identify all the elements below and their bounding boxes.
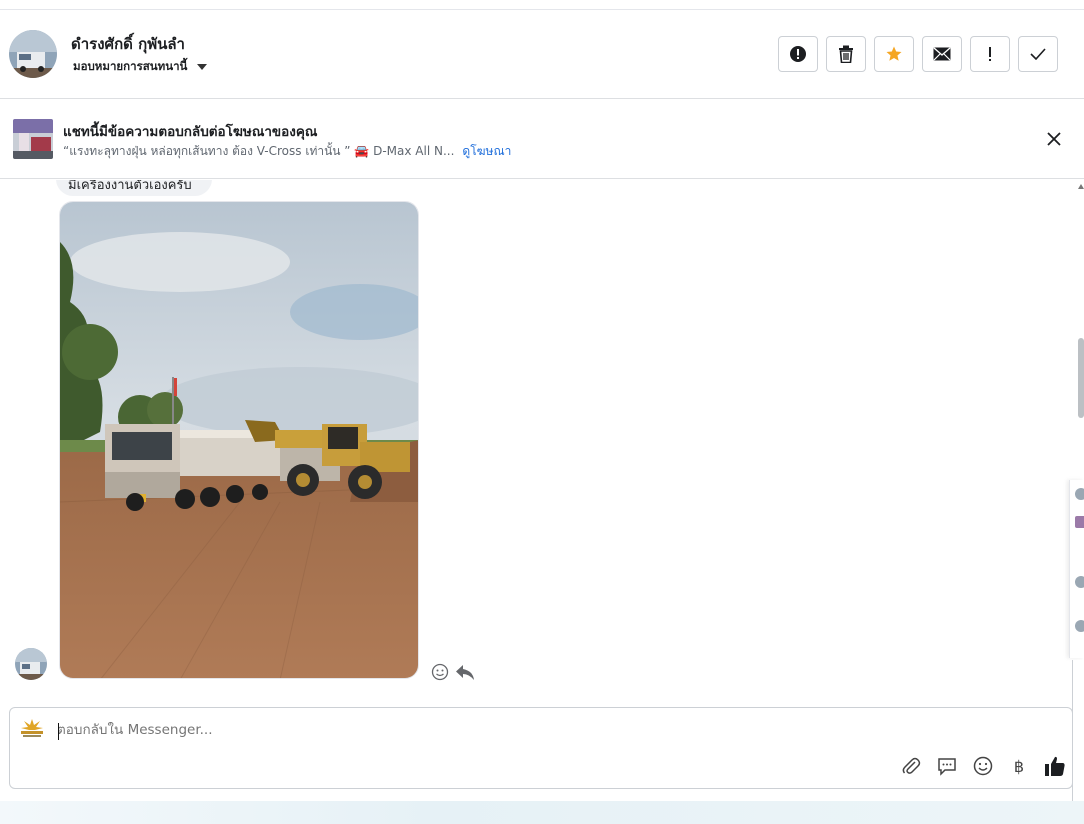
star-icon bbox=[886, 46, 902, 61]
ad-banner-subtitle: “แรงทะลุทางฝุ่น หล่อทุกเส้นทาง ต้อง V-Cr… bbox=[63, 142, 511, 161]
baht-symbol: ฿ bbox=[1013, 756, 1025, 776]
emoji-icon[interactable] bbox=[972, 755, 994, 777]
assign-label: มอบหมายการสนทนานี้ bbox=[73, 59, 188, 73]
reply-composer: ฿ bbox=[9, 707, 1073, 789]
emoji-react-icon[interactable] bbox=[431, 663, 449, 681]
avatar[interactable] bbox=[1075, 516, 1084, 528]
panel-edge bbox=[1072, 660, 1084, 824]
spam-button[interactable] bbox=[778, 36, 818, 72]
sender-avatar[interactable] bbox=[15, 648, 47, 680]
bottom-strip bbox=[0, 801, 1084, 824]
reply-input[interactable] bbox=[57, 722, 857, 738]
exclamation-icon bbox=[989, 47, 991, 61]
thumbs-up-icon[interactable] bbox=[1044, 755, 1066, 777]
contact-avatar[interactable] bbox=[9, 30, 57, 78]
side-panel-peek[interactable] bbox=[1069, 480, 1084, 658]
ad-reply-banner: แชทนี้มีข้อความตอบกลับต่อโฆษณาของคุณ “แร… bbox=[0, 99, 1084, 179]
image-attachment[interactable] bbox=[59, 201, 419, 679]
trash-icon bbox=[839, 45, 853, 63]
header-actions bbox=[778, 36, 1058, 72]
saved-reply-icon[interactable] bbox=[936, 755, 958, 777]
message-thread[interactable]: มีเครื่องงานตัวเองครับ bbox=[0, 180, 1072, 700]
avatar[interactable] bbox=[1075, 620, 1084, 632]
mark-unread-button[interactable] bbox=[922, 36, 962, 72]
alert-circle-icon bbox=[790, 46, 806, 62]
close-icon[interactable] bbox=[1044, 129, 1064, 149]
ad-snippet: “แรงทะลุทางฝุ่น หล่อทุกเส้นทาง ต้อง V-Cr… bbox=[63, 144, 455, 158]
avatar[interactable] bbox=[1075, 576, 1084, 588]
composer-toolbar: ฿ bbox=[900, 755, 1066, 777]
assign-dropdown[interactable]: มอบหมายการสนทนานี้ bbox=[73, 58, 208, 76]
baht-icon[interactable]: ฿ bbox=[1008, 755, 1030, 777]
text-cursor bbox=[58, 723, 59, 740]
reply-icon[interactable] bbox=[455, 663, 475, 681]
conversation-header: ดำรงศักดิ์ กุพันลำ มอบหมายการสนทนานี้ bbox=[0, 10, 1084, 99]
page-logo bbox=[19, 717, 45, 739]
scrollbar-thumb[interactable] bbox=[1078, 338, 1084, 418]
ad-thumbnail[interactable] bbox=[13, 119, 53, 159]
view-ad-link[interactable]: ดูโฆษณา bbox=[462, 142, 511, 161]
message-bubble: มีเครื่องงานตัวเองครับ bbox=[56, 180, 212, 196]
ad-banner-title: แชทนี้มีข้อความตอบกลับต่อโฆษณาของคุณ bbox=[63, 124, 318, 140]
chevron-down-icon bbox=[197, 64, 208, 70]
mark-done-button[interactable] bbox=[1018, 36, 1058, 72]
check-icon bbox=[1030, 48, 1046, 60]
message-actions bbox=[431, 663, 475, 681]
contact-name[interactable]: ดำรงศักดิ์ กุพันลำ bbox=[71, 32, 185, 56]
scroll-up-arrow[interactable] bbox=[1078, 184, 1084, 189]
top-divider bbox=[0, 0, 1084, 10]
follow-up-button[interactable] bbox=[970, 36, 1010, 72]
attachment-icon[interactable] bbox=[900, 755, 922, 777]
delete-button[interactable] bbox=[826, 36, 866, 72]
avatar[interactable] bbox=[1075, 488, 1084, 500]
envelope-icon bbox=[933, 47, 951, 61]
star-button[interactable] bbox=[874, 36, 914, 72]
